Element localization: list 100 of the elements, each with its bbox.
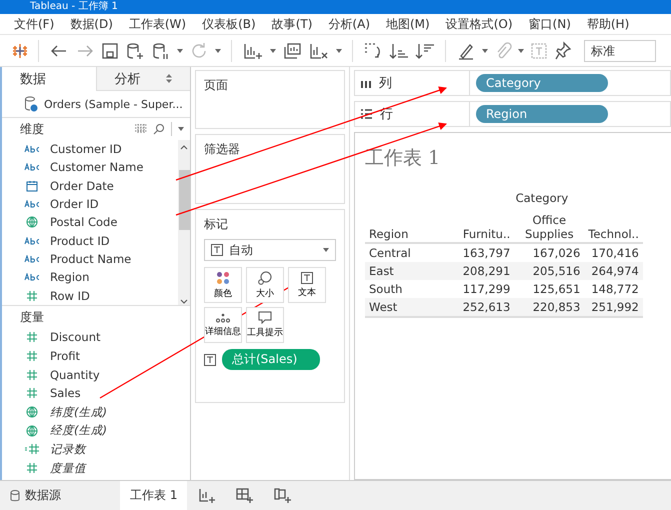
field-item[interactable]: Order Date — [2, 176, 178, 195]
caret-icon[interactable] — [215, 48, 221, 52]
sort-arrows-icon[interactable] — [166, 74, 172, 83]
field-item[interactable]: Region — [2, 268, 178, 287]
table-cell: 220,853 — [514, 298, 584, 317]
scrollbar[interactable] — [178, 140, 190, 305]
scroll-down-icon[interactable] — [180, 299, 188, 305]
size-circles-icon — [258, 270, 272, 284]
columns-icon — [361, 78, 371, 88]
menu-item[interactable]: 帮助(H) — [578, 16, 638, 32]
new-story-icon[interactable] — [273, 486, 292, 506]
calendar-icon — [26, 180, 38, 192]
menu-item[interactable]: 分析(A) — [320, 16, 378, 32]
mark-property-button[interactable]: 文本 — [288, 267, 326, 303]
field-item[interactable]: Sales — [2, 384, 190, 403]
database-icon — [10, 490, 20, 502]
column-header: Category — [514, 190, 570, 207]
menu-item[interactable]: 设置格式(O) — [438, 16, 521, 32]
table-cell: 205,516 — [514, 262, 584, 280]
table-cell: 170,416 — [584, 243, 643, 262]
dots-icon — [216, 312, 230, 322]
text-type-icon — [24, 145, 40, 154]
caret-icon[interactable] — [323, 248, 329, 252]
field-item[interactable]: 记录数 — [2, 440, 190, 459]
fit-dropdown[interactable]: 标准 — [584, 40, 656, 62]
text-box-icon — [211, 244, 223, 256]
table-cell: 264,974 — [584, 262, 643, 280]
field-item[interactable]: Quantity — [2, 365, 190, 384]
new-dashboard-icon[interactable] — [235, 486, 254, 506]
field-item[interactable]: Discount — [2, 328, 190, 347]
menu-item[interactable]: 地图(M) — [378, 16, 438, 32]
database-check-icon — [24, 96, 38, 112]
caret-icon[interactable] — [178, 127, 184, 131]
pin-icon[interactable] — [554, 40, 572, 60]
mark-property-button[interactable]: 大小 — [246, 267, 284, 303]
duplicate-sheet-icon[interactable] — [282, 40, 302, 60]
mark-type-dropdown[interactable]: 自动 — [204, 239, 336, 261]
row-label: South — [365, 280, 441, 298]
text-type-icon — [24, 273, 40, 282]
window-title: Tableau - 工作簿 1 — [0, 0, 671, 14]
number-sign-icon — [27, 370, 37, 380]
field-item[interactable]: Customer ID — [2, 140, 178, 158]
field-item[interactable]: Postal Code — [2, 213, 178, 232]
pane-tab[interactable]: 分析 — [96, 67, 190, 91]
card-title: 标记 — [204, 216, 229, 233]
menu-item[interactable]: 数据(D) — [62, 16, 121, 32]
globe-icon — [26, 424, 38, 437]
filters-card: 筛选器 — [195, 134, 345, 204]
database-add-icon[interactable] — [125, 40, 145, 60]
menu-item[interactable]: 故事(T) — [264, 16, 320, 32]
field-item[interactable]: Row ID — [2, 286, 178, 305]
text-type-icon — [24, 200, 40, 208]
list-view-icon[interactable] — [135, 124, 147, 134]
row-label: Central — [365, 243, 441, 262]
table-cell: 148,772 — [584, 280, 643, 298]
field-item[interactable]: 经度(生成) — [2, 421, 190, 440]
table-cell: 208,291 — [440, 262, 514, 280]
number-sign-icon — [27, 351, 37, 362]
menu-item[interactable]: 仪表板(B) — [194, 16, 264, 32]
menu-item[interactable]: 文件(F) — [6, 16, 62, 32]
rows-icon — [361, 109, 372, 119]
save-icon[interactable] — [101, 40, 119, 60]
mark-property-button[interactable]: 颜色 — [204, 267, 242, 303]
table-cell: 252,613 — [440, 298, 514, 317]
field-item[interactable]: Customer Name — [2, 158, 178, 177]
caret-icon[interactable] — [336, 48, 342, 52]
caret-icon[interactable] — [177, 48, 183, 52]
number-sign-icon — [27, 388, 37, 398]
column-label: Furnitu.. — [440, 212, 514, 243]
search-icon[interactable] — [153, 123, 165, 135]
section-title: 维度 — [20, 120, 45, 138]
count-icon — [25, 444, 39, 454]
globe-icon — [26, 216, 38, 228]
shelf-label: 行 — [380, 106, 393, 123]
text-box-icon — [204, 354, 216, 366]
scroll-up-icon[interactable] — [180, 144, 188, 150]
menu-item[interactable]: 窗口(N) — [520, 16, 579, 32]
field-item[interactable]: 纬度(生成) — [2, 402, 190, 422]
mark-property-button[interactable]: 工具提示 — [246, 307, 284, 343]
tableau-logo-icon[interactable] — [12, 42, 28, 58]
field-item[interactable]: Product ID — [2, 232, 178, 250]
shelf-label: 列 — [379, 75, 392, 92]
field-item[interactable]: Order ID — [2, 194, 178, 214]
caret-icon[interactable] — [518, 48, 524, 52]
mark-property-button[interactable]: 详细信息 — [204, 307, 242, 343]
column-label: Office Supplies — [514, 212, 584, 243]
datasource-name[interactable]: Orders (Sample - Super... — [44, 98, 183, 110]
speech-bubble-icon — [258, 311, 272, 324]
caret-icon[interactable] — [482, 48, 488, 52]
text-type-icon — [24, 255, 40, 264]
table-cell: 125,651 — [514, 280, 584, 298]
caret-icon[interactable] — [270, 48, 276, 52]
field-item[interactable]: 度量值 — [2, 458, 190, 478]
datasource-tab[interactable]: 数据源 — [0, 481, 120, 510]
sheet-tab[interactable]: 工作表 1 — [120, 481, 188, 510]
field-item[interactable]: Product Name — [2, 250, 178, 268]
menu-item[interactable]: 工作表(W) — [120, 16, 194, 32]
number-sign-icon — [27, 290, 37, 301]
field-item[interactable]: Profit — [2, 346, 190, 366]
text-type-icon — [24, 163, 40, 172]
